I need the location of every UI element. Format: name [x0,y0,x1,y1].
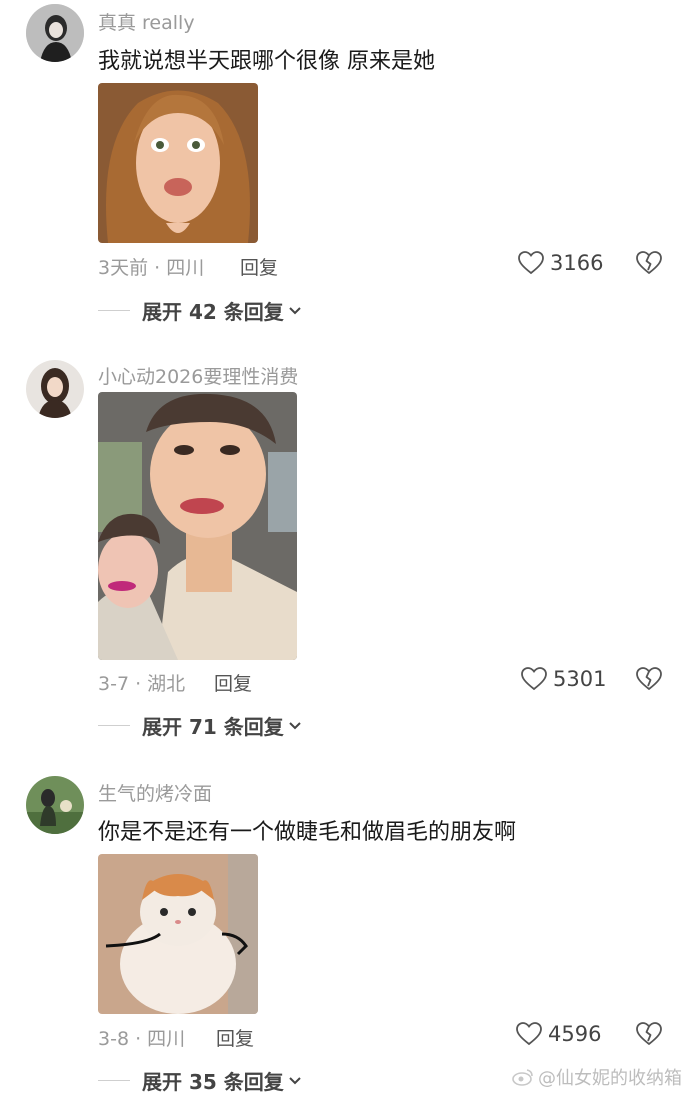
expand-replies-label: 展开 42 条回复 [142,300,284,324]
like-button[interactable]: 4596 [516,1022,601,1046]
chevron-down-icon [288,721,302,731]
heart-outline-icon [521,667,547,691]
like-count: 3166 [550,251,604,275]
chevron-down-icon [288,1076,302,1086]
expand-replies-label: 展开 35 条回复 [142,1070,284,1094]
like-button[interactable]: 3166 [518,251,603,275]
dislike-button[interactable] [636,1022,662,1046]
chevron-down-icon [288,306,302,316]
comment-meta: 3天前 · 四川 [98,257,205,279]
like-button[interactable]: 5301 [521,667,606,691]
comment-text: 你是不是还有一个做睫毛和做眉毛的朋友啊 [98,820,517,845]
dislike-button[interactable] [636,251,662,275]
reply-button[interactable]: 回复 [216,1024,254,1051]
username[interactable]: 生气的烤冷面 [98,779,212,806]
divider [98,1080,130,1081]
comment-image[interactable] [98,392,297,660]
comment-image[interactable] [98,83,258,243]
dislike-button[interactable] [636,667,662,691]
expand-replies-label: 展开 71 条回复 [142,715,284,739]
reply-button[interactable]: 回复 [214,669,252,696]
weibo-logo-icon [512,1068,534,1086]
avatar[interactable] [26,4,84,62]
heart-outline-icon [516,1022,542,1046]
comment-meta: 3-7 · 湖北 [98,673,186,695]
divider [98,725,130,726]
divider [98,310,130,311]
comment-image[interactable] [98,854,258,1014]
username[interactable]: 真真 really [98,8,195,35]
broken-heart-icon [636,1022,662,1046]
broken-heart-icon [636,251,662,275]
watermark: @仙女妮的收纳箱 [512,1064,682,1090]
expand-replies-button[interactable]: 展开 42 条回复 [98,296,302,325]
expand-replies-button[interactable]: 展开 71 条回复 [98,711,302,740]
comment-text: 我就说想半天跟哪个很像 原来是她 [98,49,435,74]
reply-button[interactable]: 回复 [240,253,278,280]
broken-heart-icon [636,667,662,691]
avatar[interactable] [26,776,84,834]
heart-outline-icon [518,251,544,275]
like-count: 4596 [548,1022,602,1046]
expand-replies-button[interactable]: 展开 35 条回复 [98,1066,302,1095]
avatar[interactable] [26,360,84,418]
watermark-text: @仙女妮的收纳箱 [538,1068,682,1089]
comment-meta: 3-8 · 四川 [98,1028,186,1050]
username[interactable]: 小心动2026要理性消费 [98,362,298,389]
like-count: 5301 [553,667,607,691]
